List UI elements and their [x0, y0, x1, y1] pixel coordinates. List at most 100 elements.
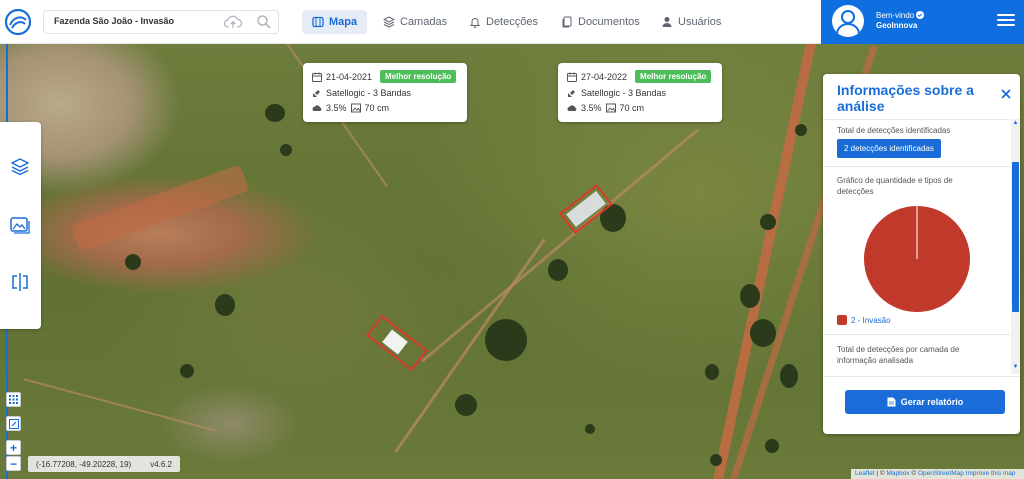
image-date: 27-04-2022 [581, 71, 628, 82]
tree [280, 144, 292, 156]
tree [750, 319, 776, 347]
legend-swatch [837, 315, 847, 325]
image-card-2021[interactable]: 21-04-2021 Melhor resolução Satellogic -… [303, 63, 467, 122]
scrollbar-thumb[interactable] [1012, 162, 1019, 312]
total-detections-label: Total de detecções identificadas [837, 126, 951, 135]
trail [23, 378, 217, 432]
user-name: GeoInnova [876, 21, 918, 30]
scroll-down-arrow[interactable]: ▼ [1012, 364, 1019, 370]
cloud-icon [312, 105, 322, 111]
image-card-2022[interactable]: 27-04-2022 Melhor resolução Satellogic -… [558, 63, 722, 122]
tree [265, 104, 285, 122]
nav-documentos-label: Documentos [578, 16, 640, 28]
tree [180, 364, 194, 378]
tree [765, 439, 779, 453]
calendar-icon [567, 72, 577, 82]
grid-icon [9, 395, 18, 404]
edit-icon [8, 418, 19, 429]
nav-deteccoes-label: Detecções [486, 16, 538, 28]
tree [548, 259, 568, 281]
welcome-label: Bem-vindo [876, 11, 915, 20]
documents-icon [562, 16, 572, 28]
tree [455, 394, 477, 416]
leaflet-link[interactable]: Leaflet [855, 470, 875, 477]
image-date: 21-04-2021 [326, 71, 373, 82]
app-logo-icon[interactable] [4, 8, 32, 36]
image-icon [605, 103, 616, 113]
verified-icon [916, 11, 925, 19]
tree [760, 214, 776, 230]
bare-soil-area [70, 164, 250, 252]
tree [705, 364, 719, 380]
bell-icon [469, 18, 481, 28]
compare-split-icon[interactable] [9, 271, 31, 293]
coordinates-readout: (-16.77208, -49.20228, 19) v4.6.2 [28, 456, 180, 472]
mapbox-link[interactable]: Mapbox [886, 470, 909, 477]
tree [740, 284, 760, 308]
chart-legend[interactable]: 2 - Invasão [837, 315, 891, 325]
chart-label: Gráfico de quantidade e tipos de detecçõ… [837, 176, 953, 196]
nav-mapa[interactable]: Mapa [302, 10, 368, 34]
layers-icon [383, 16, 395, 28]
welcome-text: Bem-vindo GeoInnova [876, 11, 925, 31]
cloud-coverage: 3.5% [326, 103, 347, 113]
search-input[interactable]: Fazenda São João - Invasão [54, 16, 174, 26]
improve-map-link[interactable]: Improve this map [966, 470, 1016, 477]
coordinates-text: (-16.77208, -49.20228, 19) [36, 459, 132, 469]
generate-report-button[interactable]: Gerar relatório [845, 390, 1005, 414]
trail [421, 128, 699, 363]
user-panel[interactable]: Bem-vindo GeoInnova [821, 0, 1024, 44]
zoom-in-button[interactable]: + [6, 440, 21, 455]
tree [125, 254, 141, 270]
search-icon[interactable] [256, 14, 272, 30]
nav-usuarios-label: Usuários [678, 16, 722, 28]
nav-documentos[interactable]: Documentos [551, 10, 650, 34]
detections-pie-chart[interactable] [863, 205, 971, 313]
version-text: v4.6.2 [150, 459, 172, 469]
menu-icon[interactable] [997, 14, 1015, 28]
avatar[interactable] [832, 5, 864, 37]
close-icon[interactable] [1000, 88, 1012, 100]
user-avatar-icon [836, 10, 860, 35]
scroll-up-arrow[interactable]: ▲ [1012, 120, 1019, 126]
user-icon [662, 17, 672, 27]
image-gallery-icon[interactable] [9, 214, 31, 236]
generate-report-label: Gerar relatório [900, 397, 964, 407]
calendar-icon [312, 72, 322, 82]
tree [795, 124, 807, 136]
document-icon [887, 397, 896, 407]
tree [710, 454, 722, 466]
image-resolution: 70 cm [619, 103, 645, 113]
top-bar: Fazenda São João - Invasão Mapa Camadas … [0, 0, 1024, 44]
grid-view-button[interactable] [6, 392, 21, 407]
image-sensor: Satellogic - 3 Bandas [581, 88, 667, 98]
legend-label: 2 - Invasão [851, 315, 891, 325]
best-resolution-badge: Melhor resolução [635, 70, 712, 83]
image-resolution: 70 cm [364, 103, 390, 113]
panel-title: Informações sobre a análise [837, 82, 974, 114]
cloud-upload-icon[interactable] [224, 14, 242, 30]
total-detections-chip[interactable]: 2 detecções identificadas [837, 139, 941, 158]
image-icon [350, 103, 361, 113]
attribution-separator: | © [874, 470, 887, 477]
best-resolution-badge: Melhor resolução [380, 70, 457, 83]
tree [780, 364, 798, 388]
map-attribution: Leaflet | © Mapbox © OpenStreetMap Impro… [851, 469, 1024, 479]
satellite-icon [568, 90, 575, 97]
per-layer-label: Total de detecções por camada de informa… [837, 345, 960, 365]
satellite-icon [313, 90, 320, 97]
osm-link[interactable]: OpenStreetMap [918, 470, 964, 477]
divider [823, 166, 1010, 167]
layers-icon[interactable] [9, 156, 31, 178]
analysis-info-panel: Informações sobre a análise Total de det… [823, 74, 1020, 434]
zoom-out-button[interactable]: − [6, 456, 21, 471]
nav-usuarios[interactable]: Usuários [651, 10, 731, 34]
cloud-icon [567, 105, 577, 111]
edit-map-button[interactable] [6, 416, 21, 431]
cloud-coverage: 3.5% [581, 103, 602, 113]
nav-camadas[interactable]: Camadas [373, 10, 457, 34]
search-box[interactable]: Fazenda São João - Invasão [43, 10, 279, 34]
divider [823, 119, 1010, 120]
nav-deteccoes[interactable]: Detecções [459, 10, 548, 34]
nav-camadas-label: Camadas [400, 16, 448, 28]
